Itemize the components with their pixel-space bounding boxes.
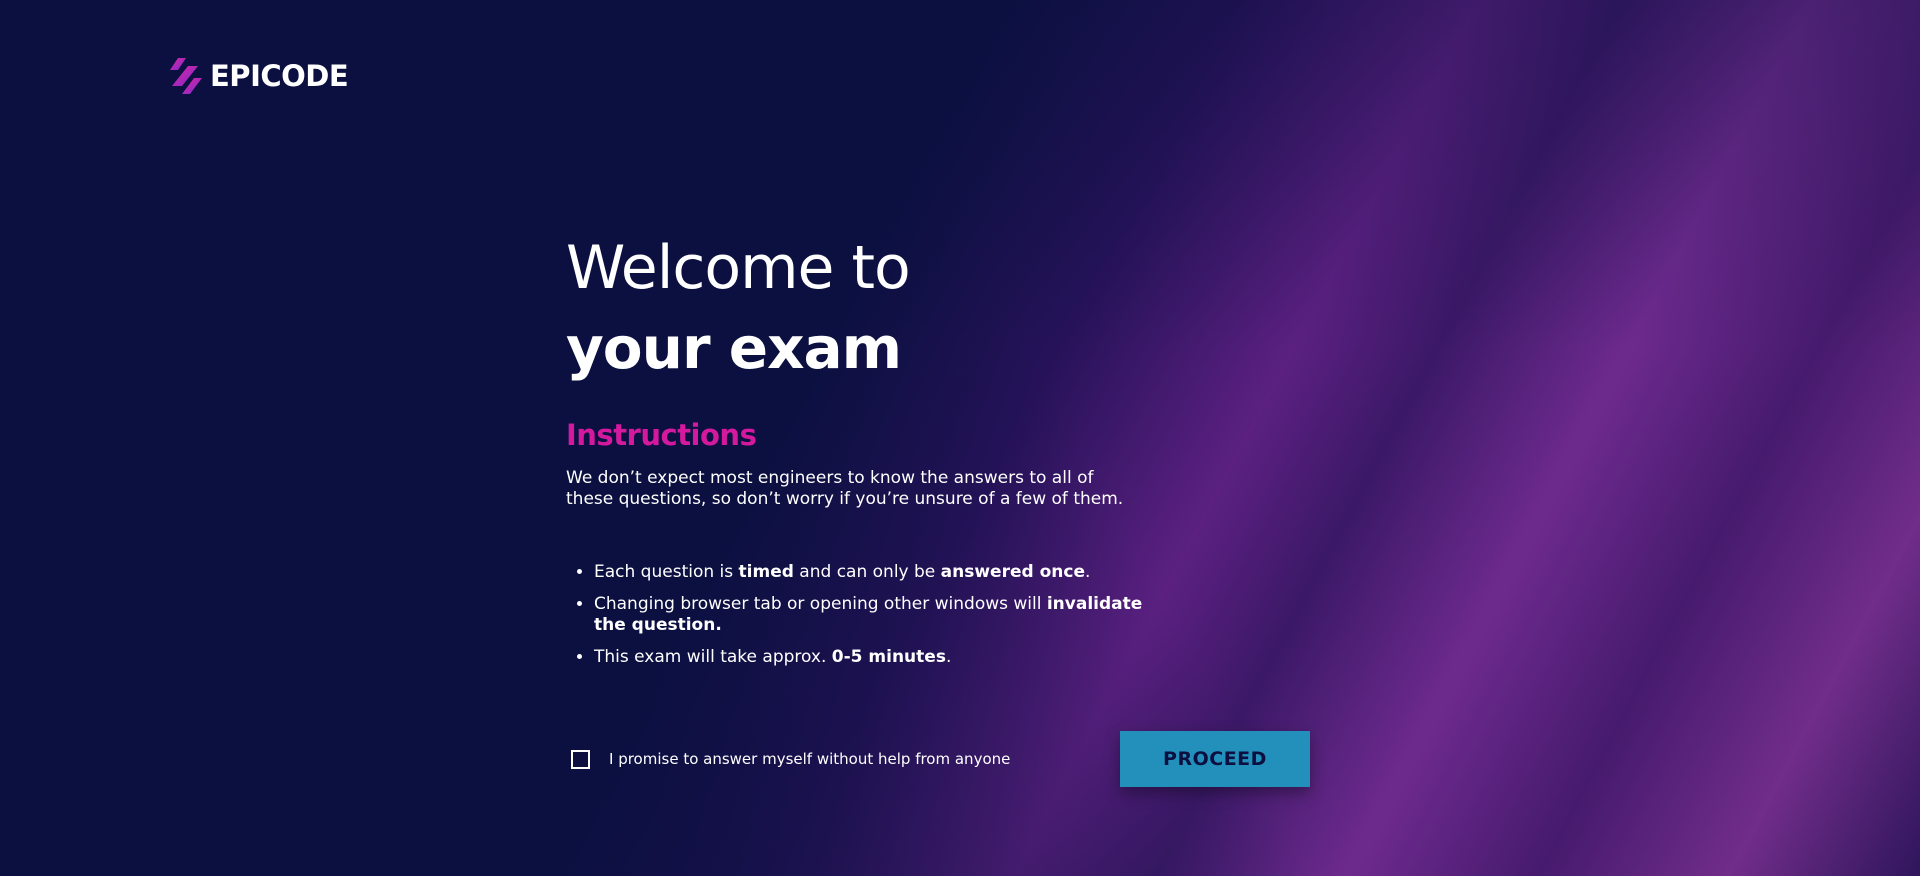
- exam-intro-content: Welcome to your exam Instructions We don…: [566, 228, 1166, 685]
- rule-text-bold: timed: [738, 562, 794, 582]
- rule-text: .: [1084, 562, 1091, 582]
- rule-text: and can only be: [793, 562, 941, 582]
- rule-item: Each question is timed and can only be a…: [594, 562, 1149, 583]
- rule-item: This exam will take approx. 0-5 minutes.: [594, 647, 1149, 668]
- instructions-heading: Instructions: [566, 418, 757, 452]
- rule-text: .: [945, 647, 952, 667]
- instructions-rules-list: Each question is timed and can only be a…: [566, 562, 1166, 668]
- instructions-intro: We don’t expect most engineers to know t…: [566, 468, 1124, 509]
- rule-text: Each question is: [594, 562, 739, 582]
- rule-text: Changing browser tab or opening other wi…: [594, 594, 1047, 614]
- rule-text-bold: 0-5 minutes: [831, 647, 946, 667]
- rule-text-bold: answered once: [940, 562, 1085, 582]
- proceed-button[interactable]: PROCEED: [1120, 731, 1310, 787]
- rule-item: Changing browser tab or opening other wi…: [594, 594, 1149, 636]
- exam-welcome-page: EPICODE Welcome to your exam Instruction…: [0, 0, 1920, 876]
- rule-text-bold: .: [715, 615, 722, 635]
- promise-checkbox-label[interactable]: I promise to answer myself without help …: [609, 749, 1010, 770]
- logo-mark-icon: [170, 58, 202, 94]
- promise-checkbox[interactable]: [571, 750, 590, 769]
- epicode-logo: EPICODE: [170, 56, 349, 96]
- brand-name: EPICODE: [210, 59, 349, 93]
- rule-text: This exam will take approx.: [594, 647, 832, 667]
- exam-action-row: I promise to answer myself without help …: [566, 731, 1310, 787]
- page-title-line2: your exam: [566, 314, 902, 382]
- page-title-line1: Welcome to: [566, 233, 911, 303]
